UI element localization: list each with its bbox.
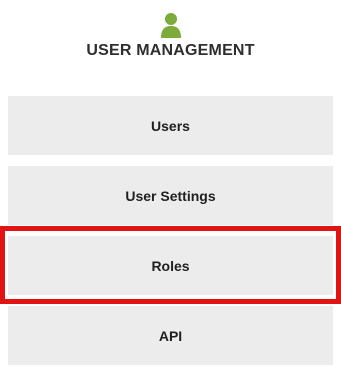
menu-item-user-settings[interactable]: User Settings (8, 166, 333, 225)
menu-item-users[interactable]: Users (8, 96, 333, 155)
menu-item-roles[interactable]: Roles (8, 236, 333, 295)
menu-item-label: Roles (151, 257, 190, 274)
user-management-header: USER MANAGEMENT (0, 0, 341, 80)
page-title: USER MANAGEMENT (86, 42, 255, 59)
menu-item-label: API (158, 327, 183, 344)
menu-item-label: User Settings (125, 187, 216, 204)
menu-item-label: Users (151, 117, 190, 134)
user-icon (161, 13, 181, 38)
menu-item-api[interactable]: API (8, 306, 333, 365)
